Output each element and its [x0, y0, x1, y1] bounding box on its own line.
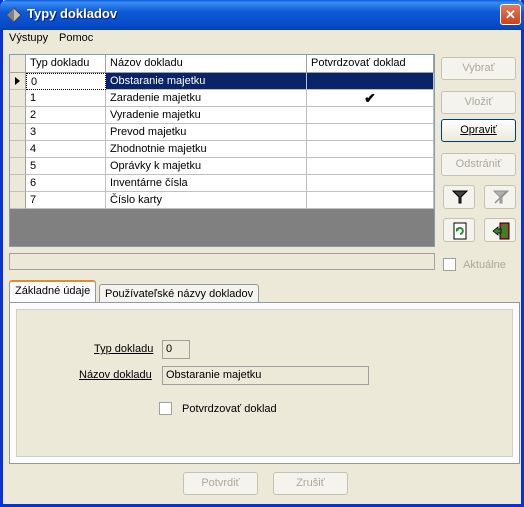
typ-label: Typ dokladu — [94, 343, 154, 355]
insert-button[interactable]: Vložiť — [441, 91, 516, 114]
row-indicator-cell[interactable] — [10, 90, 26, 107]
table-row[interactable]: 4 Zhodnotnie majetku — [10, 141, 434, 158]
confirm-button[interactable]: Potvrdiť — [183, 472, 258, 495]
menu-pomoc[interactable]: Pomoc — [59, 32, 93, 44]
cell-potvrdzovat[interactable] — [307, 124, 434, 141]
cell-nazov[interactable]: Zhodnotnie majetku — [106, 141, 307, 158]
cell-potvrdzovat[interactable]: ✔ — [307, 90, 434, 107]
table-row[interactable]: 7 Číslo karty — [10, 192, 434, 209]
typ-field[interactable]: 0 — [162, 340, 190, 359]
potvrdzovat-label: Potvrdzovať doklad — [182, 403, 277, 415]
refresh-button[interactable] — [443, 218, 475, 242]
row-indicator-cell[interactable] — [10, 124, 26, 141]
filter-button[interactable] — [443, 185, 475, 209]
cell-potvrdzovat[interactable] — [307, 107, 434, 124]
edit-button[interactable]: Opraviť — [441, 119, 516, 142]
delete-button[interactable]: Odstrániť — [441, 153, 516, 176]
row-indicator-cell[interactable] — [10, 192, 26, 209]
clear-filter-button[interactable] — [484, 185, 516, 209]
cell-typ[interactable]: 4 — [26, 141, 106, 158]
filter-icon — [451, 190, 469, 204]
table-row[interactable]: 0 Obstaranie majetku — [10, 73, 434, 90]
cell-nazov[interactable]: Číslo karty — [106, 192, 307, 209]
row-indicator-cell[interactable] — [10, 175, 26, 192]
table-row[interactable]: 6 Inventárne čísla — [10, 175, 434, 192]
cell-typ[interactable]: 1 — [26, 90, 106, 107]
cell-typ[interactable]: 0 — [26, 73, 106, 90]
table-row[interactable]: 3 Prevod majetku — [10, 124, 434, 141]
cell-potvrdzovat[interactable] — [307, 192, 434, 209]
cell-potvrdzovat[interactable] — [307, 141, 434, 158]
row-indicator-cell[interactable] — [10, 73, 26, 90]
exit-door-icon — [492, 222, 510, 240]
potvrdzovat-checkbox[interactable] — [159, 402, 172, 415]
window-title: Typy dokladov — [27, 6, 118, 21]
close-icon: ✕ — [505, 7, 516, 22]
row-indicator-cell[interactable] — [10, 107, 26, 124]
menu-vystupy[interactable]: Výstupy — [9, 32, 48, 44]
menu-bar: Výstupy Pomoc — [3, 30, 521, 48]
cell-typ[interactable]: 7 — [26, 192, 106, 209]
app-icon — [6, 7, 22, 23]
title-bar[interactable]: Typy dokladov ✕ — [0, 0, 524, 30]
cell-typ[interactable]: 3 — [26, 124, 106, 141]
edit-button-label: Opraviť — [460, 124, 497, 136]
close-button[interactable]: ✕ — [500, 4, 521, 25]
table-row[interactable]: 1 Zaradenie majetku ✔ — [10, 90, 434, 107]
actual-checkbox-row[interactable]: Aktuálne — [443, 258, 506, 271]
actual-checkbox[interactable] — [443, 258, 456, 271]
table-row[interactable]: 2 Vyradenie majetku — [10, 107, 434, 124]
cell-nazov[interactable]: Prevod majetku — [106, 124, 307, 141]
cancel-button[interactable]: Zrušiť — [273, 472, 348, 495]
column-header-nazov[interactable]: Názov dokladu — [106, 55, 307, 73]
exit-button[interactable] — [484, 218, 516, 242]
cell-nazov[interactable]: Oprávky k majetku — [106, 158, 307, 175]
row-indicator-cell[interactable] — [10, 141, 26, 158]
nazov-label: Názov dokladu — [79, 369, 152, 381]
cell-potvrdzovat[interactable] — [307, 73, 434, 90]
current-row-arrow-icon — [15, 77, 20, 85]
actual-checkbox-label: Aktuálne — [463, 258, 506, 271]
nazov-field[interactable]: Obstaranie majetku — [162, 366, 369, 385]
cell-typ[interactable]: 2 — [26, 107, 106, 124]
table-row[interactable]: 5 Oprávky k majetku — [10, 158, 434, 175]
grid-header-corner — [10, 55, 26, 73]
cell-potvrdzovat[interactable] — [307, 175, 434, 192]
column-header-typ[interactable]: Typ dokladu — [26, 55, 106, 73]
tab-panel: Typ dokladu 0 Názov dokladu Obstaranie m… — [9, 302, 520, 464]
cell-typ[interactable]: 5 — [26, 158, 106, 175]
cell-nazov[interactable]: Obstaranie majetku — [106, 73, 307, 90]
refresh-icon — [453, 222, 467, 240]
select-button[interactable]: Vybrať — [441, 57, 516, 80]
tab-zakladne-udaje[interactable]: Základné údaje — [9, 280, 97, 303]
cell-nazov[interactable]: Zaradenie majetku — [106, 90, 307, 107]
cell-nazov[interactable]: Vyradenie majetku — [106, 107, 307, 124]
basic-data-group: Typ dokladu 0 Názov dokladu Obstaranie m… — [16, 309, 513, 457]
cell-nazov[interactable]: Inventárne čísla — [106, 175, 307, 192]
checkmark-icon: ✔ — [364, 90, 376, 106]
window: Typy dokladov ✕ Výstupy Pomoc Typ doklad… — [0, 0, 524, 507]
cell-typ[interactable]: 6 — [26, 175, 106, 192]
grid-header: Typ dokladu Názov dokladu Potvrdzovať do… — [10, 55, 434, 73]
grid-status-bar — [9, 253, 435, 270]
column-header-potvrdzovat[interactable]: Potvrdzovať doklad — [307, 55, 434, 73]
clear-filter-icon — [492, 190, 510, 204]
document-types-grid[interactable]: Typ dokladu Názov dokladu Potvrdzovať do… — [9, 54, 435, 247]
cell-potvrdzovat[interactable] — [307, 158, 434, 175]
row-indicator-cell[interactable] — [10, 158, 26, 175]
